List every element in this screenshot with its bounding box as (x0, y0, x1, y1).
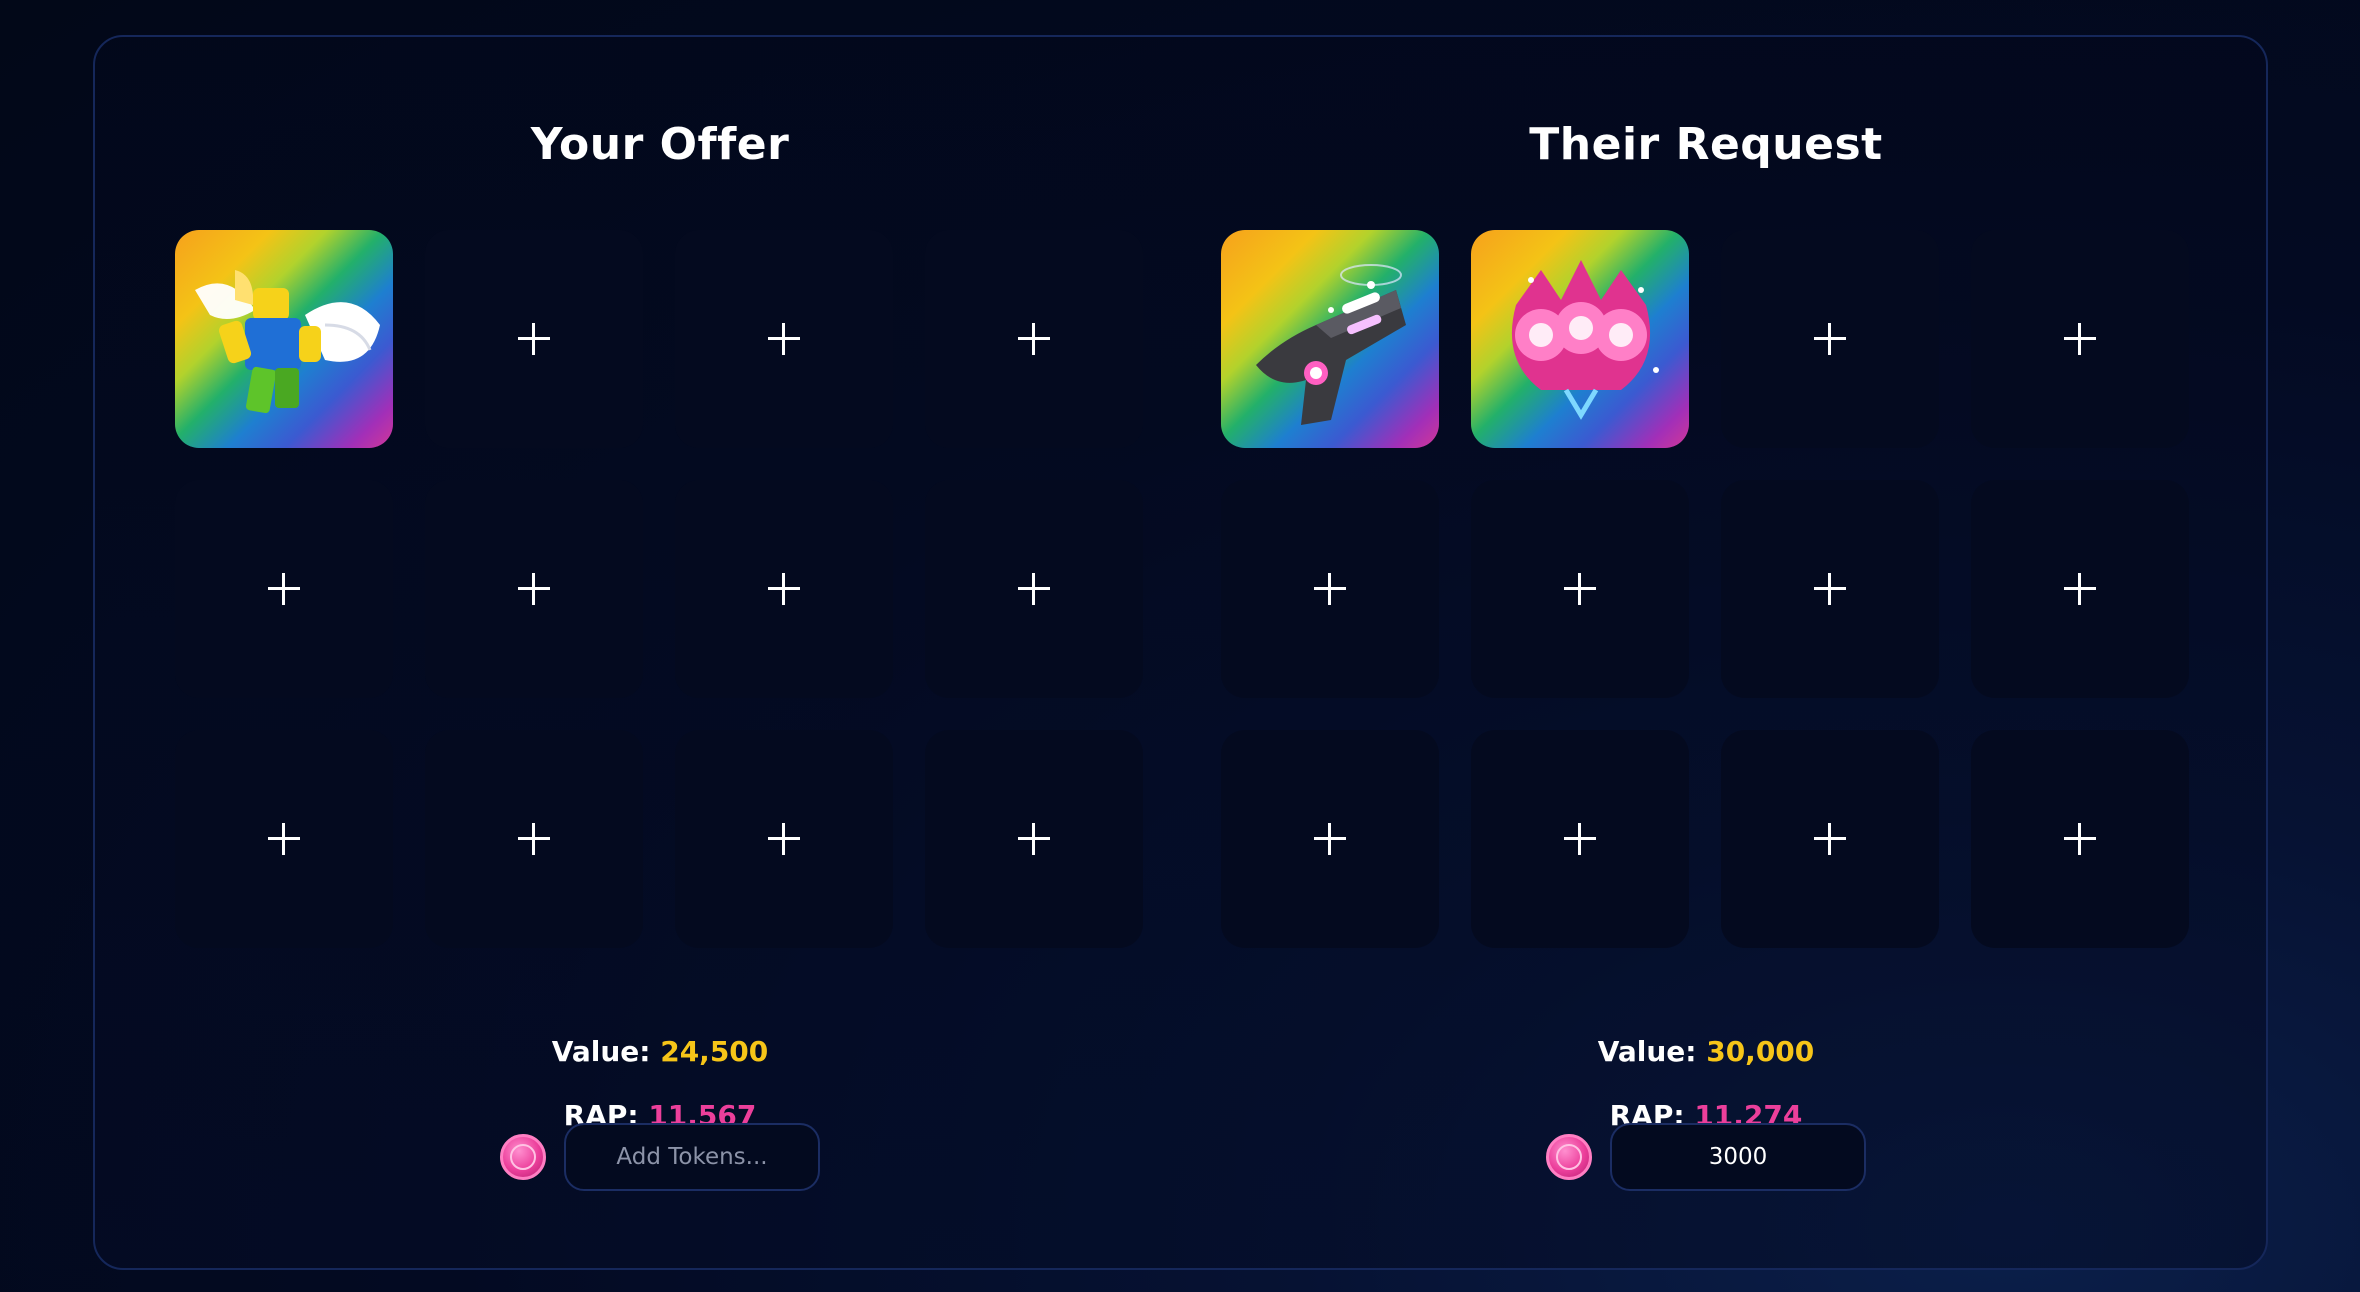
add-icon (1314, 573, 1346, 605)
offer-tokens-row (175, 1123, 1145, 1191)
add-icon (1814, 573, 1846, 605)
trade-panel: Your Offer Value: 24,500 RAP: 11,567 Add… (93, 35, 2268, 1270)
request-add-slot[interactable] (1971, 480, 2189, 698)
request-add-slot[interactable] (1971, 730, 2189, 948)
add-icon (1564, 823, 1596, 855)
winged-avatar-item-icon (195, 270, 380, 414)
request-tokens-input[interactable] (1610, 1123, 1866, 1191)
add-icon (268, 823, 300, 855)
request-add-slot[interactable] (1221, 480, 1439, 698)
add-icon (768, 573, 800, 605)
add-icon (2064, 323, 2096, 355)
your-offer-grid (175, 230, 1145, 948)
their-request-grid (1221, 230, 2191, 948)
offer-add-slot[interactable] (175, 730, 393, 948)
request-add-slot[interactable] (1471, 480, 1689, 698)
request-value-amount: 30,000 (1706, 1035, 1815, 1068)
their-request-title: Their Request (1529, 119, 1883, 170)
your-offer-section: Your Offer Value: 24,500 RAP: 11,567 Add… (175, 37, 1145, 1268)
request-add-slot[interactable] (1221, 730, 1439, 948)
add-icon (1814, 823, 1846, 855)
value-label: Value: (551, 1035, 651, 1068)
add-icon (268, 573, 300, 605)
add-icon (1018, 823, 1050, 855)
offer-add-slot[interactable] (925, 230, 1143, 448)
add-icon (768, 323, 800, 355)
add-icon (1564, 573, 1596, 605)
request-add-slot[interactable] (1721, 480, 1939, 698)
your-offer-title: Your Offer (530, 119, 790, 170)
add-icon (1018, 573, 1050, 605)
offer-tokens-input[interactable] (564, 1123, 820, 1191)
request-item-slot-1[interactable] (1221, 230, 1439, 448)
offer-value: Value: 24,500 (175, 1035, 1145, 1068)
offer-item-slot-1[interactable] (175, 230, 393, 448)
add-icon (518, 323, 550, 355)
token-coin-icon (500, 1134, 546, 1180)
offer-add-slot[interactable] (675, 230, 893, 448)
offer-add-slot[interactable] (425, 480, 643, 698)
request-add-slot[interactable] (1471, 730, 1689, 948)
request-value: Value: 30,000 (1221, 1035, 2191, 1068)
add-icon (1314, 823, 1346, 855)
add-icon (1018, 323, 1050, 355)
offer-add-slot[interactable] (675, 480, 893, 698)
add-icon (2064, 573, 2096, 605)
request-add-slot[interactable] (1721, 230, 1939, 448)
request-add-slot[interactable] (1721, 730, 1939, 948)
offer-add-slot[interactable] (925, 480, 1143, 698)
their-request-section: Their Request Value: 30,000 RAP: 11,274 … (1221, 37, 2191, 1268)
offer-value-amount: 24,500 (660, 1035, 769, 1068)
add-icon (2064, 823, 2096, 855)
add-icon (768, 823, 800, 855)
request-item-slot-2[interactable] (1471, 230, 1689, 448)
add-icon (518, 573, 550, 605)
offer-add-slot[interactable] (425, 730, 643, 948)
offer-add-slot[interactable] (675, 730, 893, 948)
neon-blaster-item-icon (1256, 264, 1406, 425)
request-add-slot[interactable] (1971, 230, 2189, 448)
offer-add-slot[interactable] (925, 730, 1143, 948)
offer-add-slot[interactable] (175, 480, 393, 698)
add-icon (1814, 323, 1846, 355)
request-tokens-row (1221, 1123, 2191, 1191)
pink-crown-item-icon (1511, 260, 1659, 420)
add-icon (518, 823, 550, 855)
token-coin-icon (1546, 1134, 1592, 1180)
value-label: Value: (1597, 1035, 1697, 1068)
offer-add-slot[interactable] (425, 230, 643, 448)
